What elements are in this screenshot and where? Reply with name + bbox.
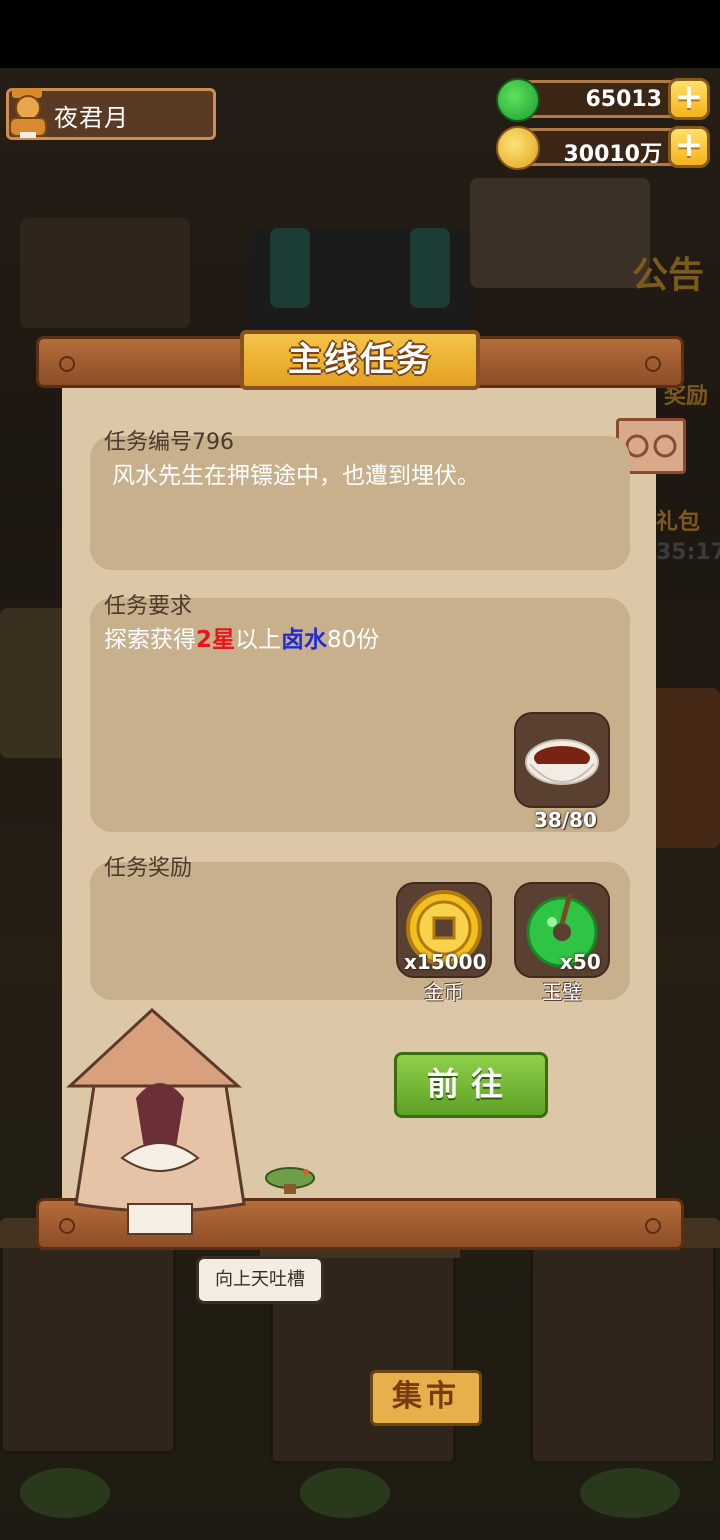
- player-avatar-icon[interactable]: [4, 82, 52, 140]
- task-number: 任务编号796: [104, 430, 234, 455]
- nail-icon: [59, 356, 75, 372]
- panel-title-plaque: 主线任务: [240, 330, 480, 390]
- requirement-text-post: 80份: [327, 627, 380, 653]
- requirement-progress: 38/80: [534, 808, 597, 832]
- panel-title: 主线任务: [288, 340, 432, 380]
- requirement-text: 探索获得2星以上卤水80份: [104, 620, 379, 654]
- requirement-text-pre: 探索获得: [104, 627, 196, 653]
- task-description: 风水先生在押镖途中，也遭到埋伏。: [112, 463, 480, 489]
- requirement-label: 任务要求: [104, 594, 193, 619]
- requirement-item-slot[interactable]: [514, 712, 610, 808]
- jade-value: 65013: [585, 87, 662, 112]
- requirement-item-name: 卤水: [281, 627, 328, 653]
- market-sign[interactable]: 集市: [370, 1370, 482, 1426]
- nail-icon: [645, 356, 661, 372]
- reward-gold-name: 金币: [424, 980, 464, 1004]
- go-button[interactable]: 前往: [394, 1052, 548, 1118]
- go-button-label: 前往: [426, 1065, 515, 1103]
- gift-label[interactable]: 礼包: [656, 504, 700, 536]
- jade-disc-icon: [496, 78, 540, 122]
- gold-value: 30010万: [563, 142, 662, 167]
- speech-bubble[interactable]: 向上天吐槽: [196, 1256, 324, 1304]
- compass-icon: [264, 1166, 316, 1194]
- player-name: 夜君月: [54, 104, 129, 132]
- reward-label: 任务奖励: [104, 856, 193, 881]
- fengshui-master-character: [64, 1007, 256, 1244]
- gold-coin-icon: [496, 126, 540, 170]
- reward-jade-name: 玉璧: [542, 980, 582, 1004]
- brine-bowl-icon: [525, 739, 599, 785]
- add-jade-button[interactable]: +: [668, 78, 710, 120]
- gift-timer: 35:17: [656, 540, 720, 565]
- nail-icon: [645, 1218, 661, 1234]
- reward-gold-count: x15000: [404, 950, 487, 974]
- requirement-stars: 2星: [196, 627, 236, 653]
- notice-label[interactable]: 公告: [632, 246, 704, 298]
- requirement-text-mid: 以上: [235, 627, 282, 653]
- add-gold-button[interactable]: +: [668, 126, 710, 168]
- reward-jade-count: x50: [560, 950, 601, 974]
